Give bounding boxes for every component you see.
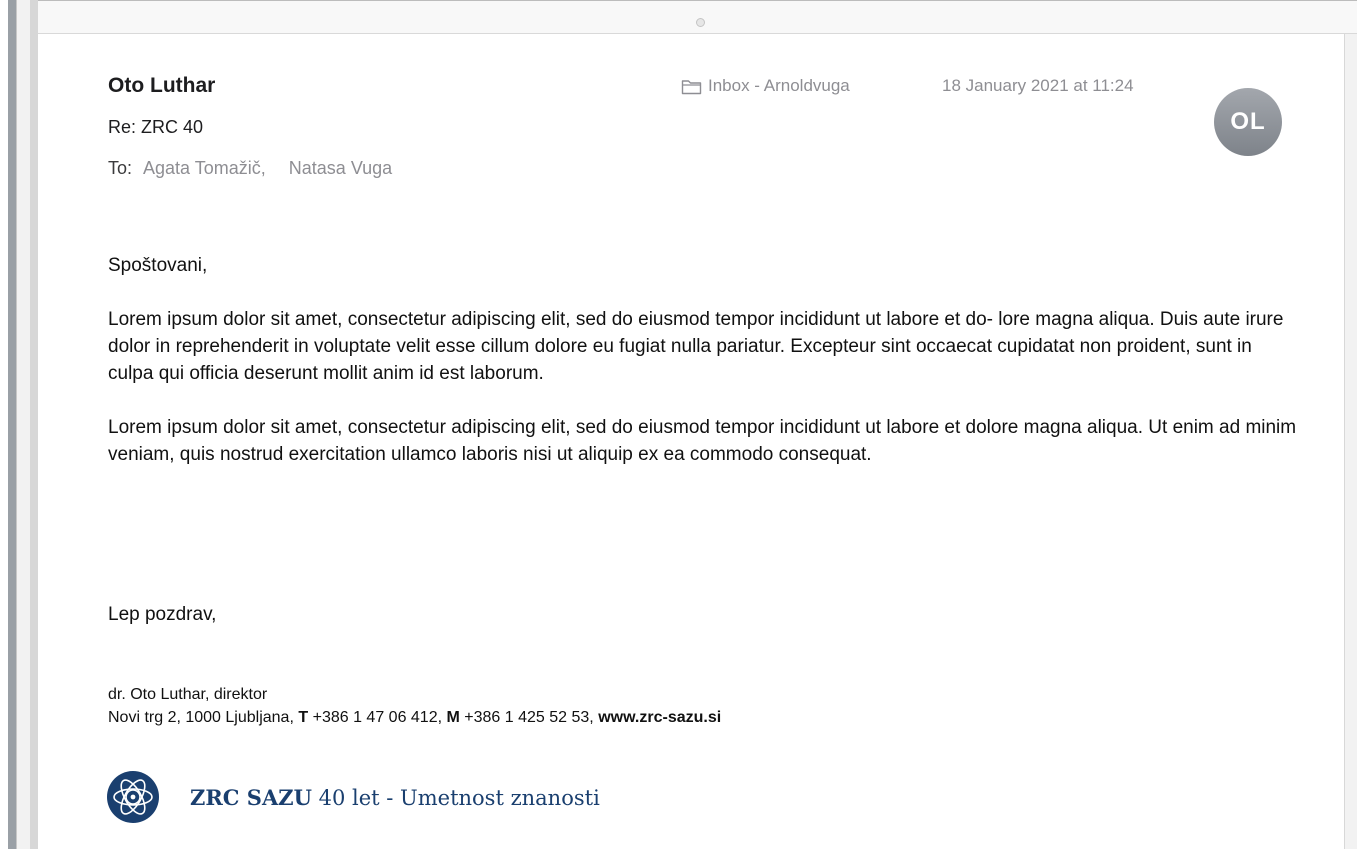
mobile-number[interactable]: +386 1 425 52 53, bbox=[464, 709, 593, 726]
mailbox-name: Inbox - Arnoldvuga bbox=[708, 76, 850, 95]
top-divider bbox=[38, 0, 1357, 12]
sidebar-edge bbox=[0, 0, 38, 849]
logo-brand: ZRC SAZU bbox=[190, 784, 312, 810]
recipient[interactable]: Agata Tomažič, bbox=[143, 158, 266, 178]
body-paragraph: Lorem ipsum dolor sit amet, consectetur … bbox=[108, 417, 1297, 465]
message-list-edge bbox=[30, 0, 38, 849]
recipients-row: To: Agata Tomažič, Natasa Vuga bbox=[108, 158, 392, 179]
zrc-sazu-logo-icon bbox=[107, 771, 159, 823]
mobile-label: M bbox=[446, 709, 460, 726]
signature-address: Novi trg 2, 1000 Ljubljana, bbox=[108, 709, 294, 726]
message-subject: Re: ZRC 40 bbox=[108, 117, 204, 137]
body-paragraph: Lorem ipsum dolor sit amet, consectetur … bbox=[108, 309, 1284, 384]
mailbox-label[interactable]: Inbox - Arnoldvuga bbox=[681, 76, 850, 96]
scrollbar-track[interactable] bbox=[1344, 34, 1357, 849]
closing: Lep pozdrav, bbox=[108, 604, 217, 625]
sender-avatar[interactable]: OL bbox=[1214, 88, 1282, 156]
message-date: 18 January 2021 at 11:24 bbox=[942, 76, 1134, 95]
recipient[interactable]: Natasa Vuga bbox=[289, 158, 392, 178]
message-viewer-topbar bbox=[38, 0, 1357, 34]
message-header: Oto Luthar Re: ZRC 40 To: Agata Tomažič,… bbox=[96, 34, 1336, 204]
signature-contact: Novi trg 2, 1000 Ljubljana, T +386 1 47 … bbox=[108, 706, 721, 729]
sidebar-edge-strip bbox=[0, 0, 8, 849]
signature: dr. Oto Luthar, direktor Novi trg 2, 100… bbox=[108, 683, 721, 729]
folder-icon bbox=[681, 79, 702, 94]
greeting: Spoštovani, bbox=[108, 255, 208, 276]
phone-label: T bbox=[298, 709, 309, 726]
message-body: Spoštovani, Lorem ipsum dolor sit amet, … bbox=[108, 252, 1298, 495]
sidebar-divider[interactable] bbox=[8, 0, 16, 849]
logo-text: ZRC SAZU 40 let - Umetnost znanosti bbox=[190, 785, 600, 810]
sidebar-edge-line bbox=[16, 0, 17, 849]
to-label: To: bbox=[108, 158, 133, 178]
phone-number[interactable]: +386 1 47 06 412, bbox=[313, 709, 442, 726]
resize-handle[interactable] bbox=[696, 18, 705, 27]
signature-logo: ZRC SAZU 40 let - Umetnost znanosti bbox=[106, 769, 600, 825]
sender-name[interactable]: Oto Luthar bbox=[108, 74, 215, 98]
signature-name: dr. Oto Luthar, direktor bbox=[108, 686, 268, 703]
website-link[interactable]: www.zrc-sazu.si bbox=[598, 709, 721, 726]
logo-tagline: 40 let - Umetnost znanosti bbox=[318, 785, 600, 810]
